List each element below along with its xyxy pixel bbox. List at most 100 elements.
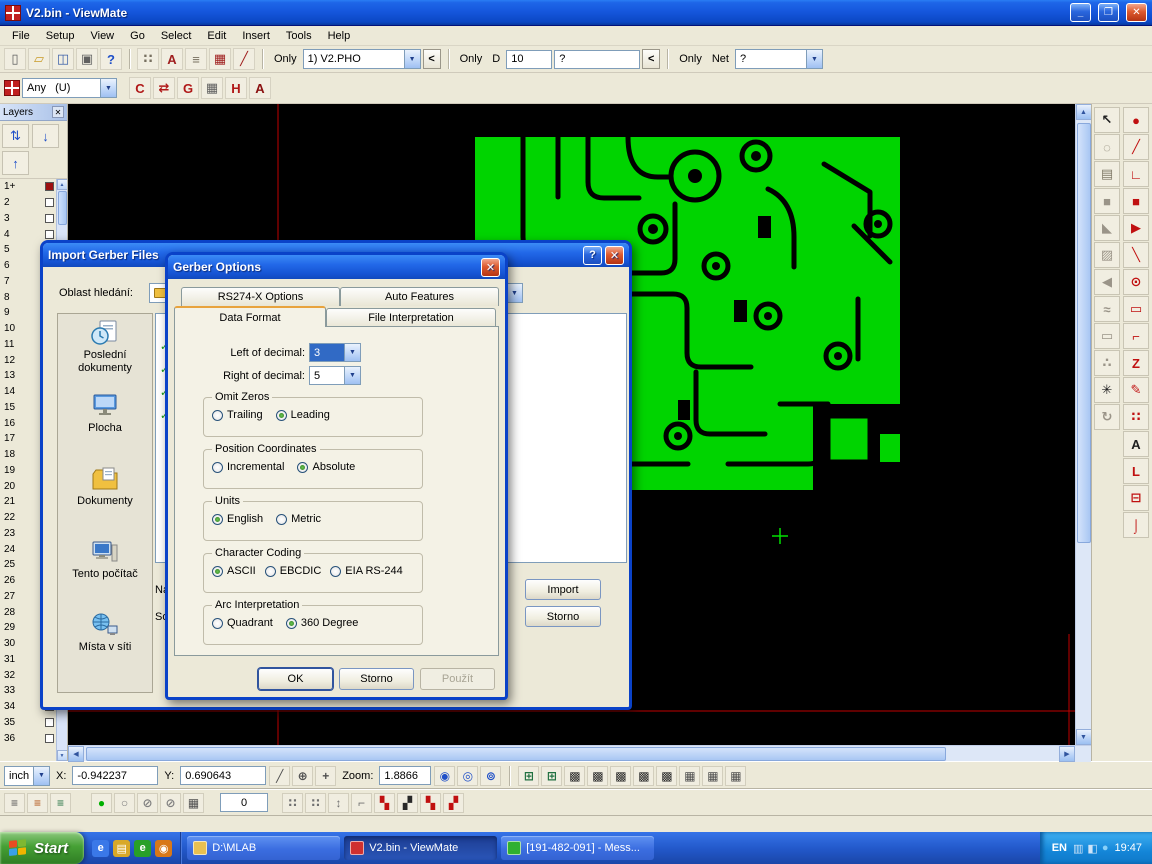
pattern-1-icon[interactable]: ▩ bbox=[564, 766, 585, 786]
radio-option[interactable]: 360 Degree bbox=[286, 617, 359, 629]
hatch-tool-icon[interactable]: ▨ bbox=[1094, 242, 1120, 268]
chevron-down-icon[interactable]: ▼ bbox=[344, 367, 360, 384]
radio-option[interactable]: Quadrant bbox=[212, 617, 273, 629]
filled-pad-icon[interactable]: ■ bbox=[1094, 188, 1120, 214]
units-combo[interactable]: inch ▼ bbox=[4, 766, 50, 786]
draw-slant-icon[interactable]: ╲ bbox=[1123, 242, 1149, 268]
null-2-icon[interactable]: ⊘ bbox=[160, 793, 181, 813]
burst-tool-icon[interactable]: ✳ bbox=[1094, 377, 1120, 403]
text-tool-icon[interactable]: A bbox=[1123, 431, 1149, 457]
left-of-decimal-combo[interactable]: 3 ▼ bbox=[309, 343, 361, 362]
aperture-text-icon[interactable]: A bbox=[161, 48, 183, 70]
dcode-filter-field[interactable]: ? bbox=[554, 50, 640, 69]
grid-icon[interactable]: ▦ bbox=[201, 77, 223, 99]
print-icon[interactable]: ▣ bbox=[76, 48, 98, 70]
only-layer-label[interactable]: Only bbox=[270, 53, 301, 65]
draw-zigzag-icon[interactable]: Z bbox=[1123, 350, 1149, 376]
layer-color-swatch[interactable] bbox=[45, 734, 54, 743]
dialog-help-button[interactable]: ? bbox=[583, 246, 602, 265]
updown-icon[interactable]: ↕ bbox=[328, 793, 349, 813]
scroll-down-icon[interactable]: ▼ bbox=[1076, 729, 1092, 745]
dots-tool-icon[interactable]: ∴ bbox=[1094, 350, 1120, 376]
chevron-down-icon[interactable]: ▼ bbox=[806, 50, 822, 68]
wave-tool-icon[interactable]: ≈ bbox=[1094, 296, 1120, 322]
select-cursor-icon[interactable]: ↖ bbox=[1094, 107, 1120, 133]
zoom-fit-icon[interactable]: ⊚ bbox=[480, 766, 501, 786]
only-net-label[interactable]: Only bbox=[675, 53, 706, 65]
vertical-scrollbar[interactable]: ▲ ▼ bbox=[1075, 104, 1091, 745]
draw-l-icon[interactable]: L bbox=[1123, 458, 1149, 484]
apply-button[interactable]: Použít bbox=[420, 668, 495, 690]
draw-pad-icon[interactable]: ● bbox=[1123, 107, 1149, 133]
scroll-thumb[interactable] bbox=[58, 191, 67, 225]
place-network[interactable]: Místa v síti bbox=[58, 612, 152, 685]
draw-frame-icon[interactable]: ⊟ bbox=[1123, 485, 1149, 511]
layer-color-swatch[interactable] bbox=[45, 182, 54, 191]
dcode-counter-field[interactable]: 0 bbox=[220, 793, 268, 812]
scroll-down-icon[interactable]: ▼ bbox=[57, 750, 68, 761]
ok-button[interactable]: OK bbox=[258, 668, 333, 690]
grid-small-icon[interactable]: ▦ bbox=[183, 793, 204, 813]
h-tool-icon[interactable]: H bbox=[225, 77, 247, 99]
scroll-up-icon[interactable]: ▲ bbox=[57, 179, 68, 190]
scroll-thumb[interactable] bbox=[1077, 123, 1091, 543]
draw-outline-icon[interactable]: ▭ bbox=[1123, 296, 1149, 322]
pattern-3-icon[interactable]: ▩ bbox=[610, 766, 631, 786]
dots-2-icon[interactable]: ∷ bbox=[305, 793, 326, 813]
grid-snap-icon[interactable]: ⊞ bbox=[541, 766, 562, 786]
swap-arrows-icon[interactable]: ⇄ bbox=[153, 77, 175, 99]
network-tray-icon[interactable]: ▥ bbox=[1073, 842, 1083, 855]
trace-view-icon[interactable]: ╱ bbox=[233, 48, 255, 70]
layer-row[interactable]: 2 bbox=[0, 195, 56, 211]
radio-option[interactable]: Metric bbox=[276, 513, 321, 525]
pad-red-2-icon[interactable]: ▚ bbox=[420, 793, 441, 813]
blank-dot-icon[interactable]: ○ bbox=[114, 793, 135, 813]
radio-option[interactable]: Trailing bbox=[212, 409, 263, 421]
scroll-right-icon[interactable]: ▶ bbox=[1059, 746, 1075, 762]
null-1-icon[interactable]: ⊘ bbox=[137, 793, 158, 813]
place-documents[interactable]: Dokumenty bbox=[58, 466, 152, 539]
draw-route-icon[interactable]: ⌐ bbox=[1123, 323, 1149, 349]
menu-item[interactable]: Edit bbox=[200, 28, 233, 44]
start-button[interactable]: Start bbox=[0, 832, 84, 864]
open-file-icon[interactable]: ▱ bbox=[28, 48, 50, 70]
place-my-computer[interactable]: Tento počítač bbox=[58, 539, 152, 612]
radio-option[interactable]: English bbox=[212, 513, 263, 525]
goto-icon[interactable]: + bbox=[315, 766, 336, 786]
measure-icon[interactable]: ╱ bbox=[269, 766, 290, 786]
chevron-down-icon[interactable]: ▼ bbox=[100, 79, 116, 97]
origin-icon[interactable]: ⊕ bbox=[292, 766, 313, 786]
select-any-combo[interactable]: Any (U) ▼ bbox=[22, 78, 117, 98]
radio-option[interactable]: Leading bbox=[276, 409, 330, 421]
radio-option[interactable]: EIA RS-244 bbox=[330, 565, 402, 577]
place-recent-documents[interactable]: Poslední dokumenty bbox=[58, 320, 152, 393]
dcode-table-icon[interactable]: ∷ bbox=[137, 48, 159, 70]
green-e-quicklaunch-icon[interactable]: e bbox=[134, 840, 151, 857]
pattern-7-icon[interactable]: ▦ bbox=[702, 766, 723, 786]
menu-item[interactable]: Go bbox=[123, 28, 152, 44]
menu-item[interactable]: View bbox=[83, 28, 121, 44]
scroll-up-icon[interactable]: ▲ bbox=[1076, 104, 1092, 120]
layer-row[interactable]: 36 bbox=[0, 730, 56, 746]
maximize-button[interactable]: ❐ bbox=[1098, 3, 1119, 22]
chevron-down-icon[interactable]: ▼ bbox=[33, 767, 49, 785]
pattern-6-icon[interactable]: ▦ bbox=[679, 766, 700, 786]
dcode-value-field[interactable]: 10 bbox=[506, 50, 552, 69]
menu-item[interactable]: Setup bbox=[39, 28, 82, 44]
layer-color-swatch[interactable] bbox=[45, 230, 54, 239]
folders-quicklaunch-icon[interactable]: ▤ bbox=[113, 840, 130, 857]
online-dot-icon[interactable]: ● bbox=[91, 793, 112, 813]
draw-grid-icon[interactable]: ∷ bbox=[1123, 404, 1149, 430]
scroll-thumb[interactable] bbox=[86, 747, 946, 761]
update-tray-icon[interactable]: ● bbox=[1102, 842, 1109, 855]
save-icon[interactable]: ◫ bbox=[52, 48, 74, 70]
layer-up-icon[interactable]: ↑ bbox=[2, 151, 29, 175]
tab-rs274x-options[interactable]: RS274-X Options bbox=[181, 287, 340, 306]
layer-color-swatch[interactable] bbox=[45, 718, 54, 727]
draw-corner-icon[interactable]: ∟ bbox=[1123, 161, 1149, 187]
x-coordinate-field[interactable]: -0.942237 bbox=[72, 766, 158, 785]
layer-row[interactable]: 35 bbox=[0, 715, 56, 731]
snap-circle-icon[interactable]: ◌ bbox=[1094, 134, 1120, 160]
draw-hook-icon[interactable]: ⌡ bbox=[1123, 512, 1149, 538]
volume-tray-icon[interactable]: ◧ bbox=[1087, 842, 1097, 855]
